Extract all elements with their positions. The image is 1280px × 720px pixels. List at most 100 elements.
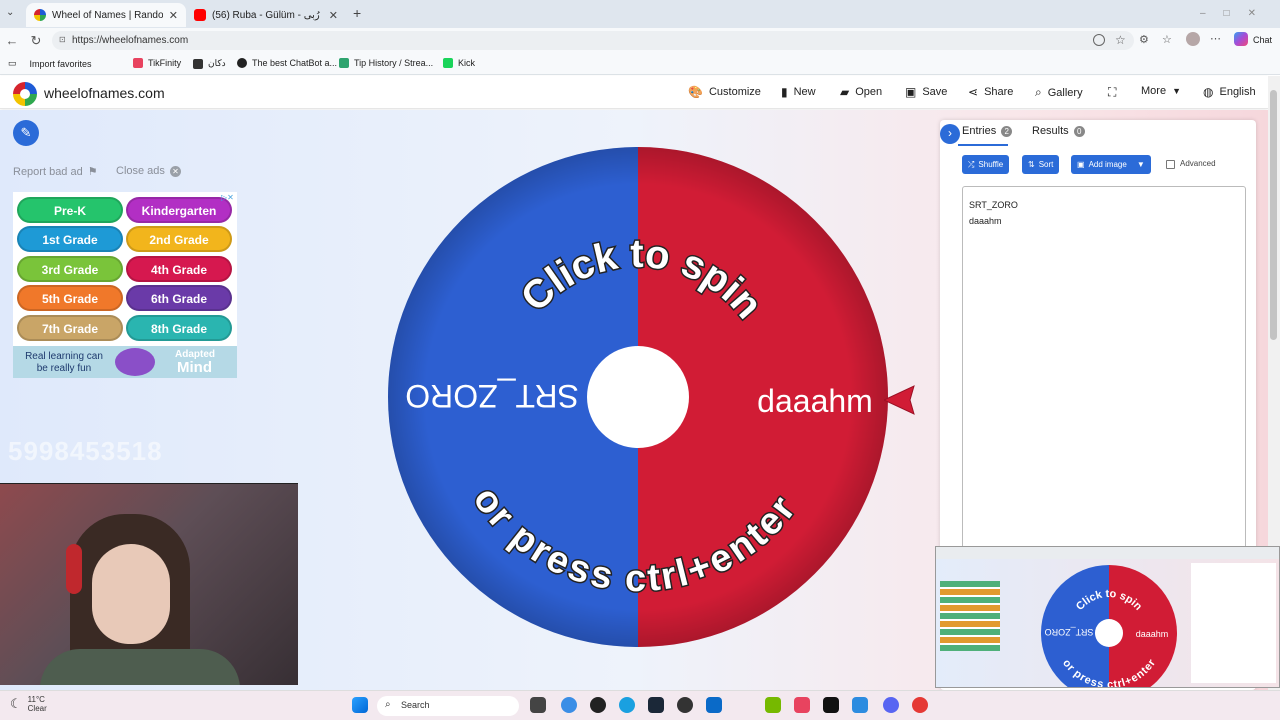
webcam-shirt [40, 649, 240, 685]
windows-start-icon[interactable] [352, 697, 368, 713]
wheel-svg[interactable]: Click to spin or press ctrl+enter SRT_ZO… [385, 144, 891, 650]
favorite-kick[interactable]: Kick [443, 58, 475, 68]
steam-icon[interactable] [648, 697, 664, 713]
discord-icon[interactable] [883, 697, 899, 713]
adchoices-icon[interactable]: ▷✕ [221, 193, 234, 202]
favorites-bar: ▭ Import favorites TikFinity دکان The bes… [0, 53, 1280, 75]
site-name[interactable]: wheelofnames.com [44, 85, 165, 101]
chat-label[interactable]: Chat [1253, 35, 1272, 45]
favorites-icon[interactable]: ☆ [1162, 33, 1172, 46]
obs-icon[interactable] [590, 697, 606, 713]
settings-more-icon[interactable]: ⋯ [1210, 32, 1221, 45]
edit-pencil-button[interactable]: ✎ [13, 120, 39, 146]
shuffle-button[interactable]: ⤮ Shuffle [962, 155, 1010, 174]
collapse-panel-button[interactable]: › [940, 124, 960, 144]
app-icon[interactable] [912, 697, 928, 713]
tab-title: Wheel of Names | Random name [52, 9, 163, 21]
pip-browser-bar [936, 547, 1279, 559]
grade-button[interactable]: Pre-K [17, 197, 123, 223]
menu-share[interactable]: ⋖ Share [968, 85, 1013, 99]
favorite-star-icon[interactable]: ☆ [1115, 33, 1126, 47]
address-bar-row: ← ↻ ⊡ https://wheelofnames.com ☆ ⚙ ☆ ⋯ C… [0, 28, 1280, 53]
grade-button[interactable]: 5th Grade [17, 285, 123, 311]
tab-entries[interactable]: Entries 2 [962, 125, 1013, 137]
profile-avatar[interactable] [1186, 32, 1200, 46]
pip-page: Click to spin or press ctrl+enter SRT_ZO… [936, 559, 1279, 687]
import-icon: ▭ [8, 58, 17, 68]
grade-button[interactable]: Kindergarten [126, 197, 232, 223]
scrollbar-thumb[interactable] [1270, 90, 1277, 340]
nvidia-icon[interactable] [765, 697, 781, 713]
menu-new[interactable]: ▮ New [781, 85, 816, 99]
wheel-center-hub[interactable] [587, 346, 689, 448]
menu-language[interactable]: ◍ English [1203, 85, 1256, 99]
report-bad-ad-link[interactable]: Report bad ad ⚑ [13, 165, 98, 179]
tab-results[interactable]: Results 0 [1032, 125, 1085, 137]
weather-widget[interactable]: ☾ 11°C Clear [10, 695, 47, 713]
window-controls[interactable]: –□✕ [1200, 8, 1274, 19]
pencil-icon: ✎ [20, 125, 32, 140]
grade-button[interactable]: 7th Grade [17, 315, 123, 341]
menu-fullscreen[interactable]: ⛶ [1108, 85, 1116, 100]
webcam-face [92, 544, 170, 644]
grade-button[interactable]: 2nd Grade [126, 226, 232, 252]
menu-save[interactable]: ▣ Save [905, 85, 947, 99]
edge-icon[interactable] [619, 697, 635, 713]
app-icon[interactable] [852, 697, 868, 713]
sort-button[interactable]: ⇅ Sort [1022, 155, 1060, 174]
grade-button[interactable]: 6th Grade [126, 285, 232, 311]
kick-icon [443, 58, 453, 68]
menu-customize[interactable]: 🎨 Customize [688, 85, 761, 99]
taskbar-search[interactable]: ⌕ Search [377, 696, 519, 716]
close-ads-link[interactable]: Close ads ✕ [116, 165, 181, 177]
task-view-icon[interactable] [530, 697, 546, 713]
copilot-icon[interactable] [1234, 32, 1248, 46]
wheel-logo-icon[interactable] [13, 82, 37, 106]
app-icon[interactable] [561, 697, 577, 713]
favorite-tikfinity[interactable]: TikFinity [133, 58, 181, 68]
entry-line: daaahm [969, 216, 1002, 226]
floppy-icon: ▣ [905, 85, 917, 99]
tab-youtube[interactable]: (56) Ruba - Gülüm - چولوم رُبی F ✕ [186, 3, 346, 27]
close-tab-icon[interactable]: ✕ [169, 9, 178, 22]
url-field[interactable]: ⊡ https://wheelofnames.com [52, 31, 1134, 50]
fullscreen-icon: ⛶ [1108, 85, 1117, 99]
tab-title: (56) Ruba - Gülüm - چولوم رُبی F [212, 9, 323, 21]
menu-open[interactable]: ▰ Open [840, 85, 882, 99]
menu-more[interactable]: More ▼ [1141, 85, 1181, 97]
tiktok-icon[interactable] [823, 697, 839, 713]
grade-button[interactable]: 8th Grade [126, 315, 232, 341]
flag-icon: ⚑ [87, 166, 98, 178]
advanced-checkbox[interactable] [1166, 160, 1175, 169]
menu-gallery[interactable]: ⌕ Gallery [1035, 85, 1083, 100]
grade-button[interactable]: 3rd Grade [17, 256, 123, 282]
app-icon[interactable] [706, 697, 722, 713]
extensions-icon[interactable]: ⚙ [1139, 33, 1149, 46]
tikfinity-icon[interactable] [794, 697, 810, 713]
app-icon[interactable] [677, 697, 693, 713]
tab-actions-icon[interactable]: ⌄ [6, 7, 14, 18]
pip-ad [940, 581, 1000, 651]
wheel[interactable]: Click to spin or press ctrl+enter SRT_ZO… [385, 144, 891, 650]
favorite-import[interactable]: ▭ Import favorites [8, 58, 92, 69]
ad-footer: Real learning can be really fun Adapted … [13, 346, 237, 378]
ad-banner[interactable]: Pre-K Kindergarten 1st Grade 2nd Grade 3… [13, 192, 237, 378]
weather-condition: Clear [27, 704, 47, 713]
favorite-tip-history[interactable]: Tip History / Strea... [339, 58, 433, 68]
sort-icon: ⇅ [1028, 160, 1035, 169]
back-icon[interactable]: ← [0, 33, 24, 48]
tab-wheel-of-names[interactable]: Wheel of Names | Random name ✕ [26, 3, 186, 27]
refresh-icon[interactable]: ↻ [24, 33, 48, 49]
add-image-button[interactable]: ▣ Add image ▼ [1071, 155, 1151, 174]
picture-in-picture-preview: Click to spin or press ctrl+enter SRT_ZO… [935, 546, 1280, 688]
reader-icon[interactable] [1093, 34, 1105, 46]
moon-icon: ☾ [10, 696, 22, 711]
favorite-dokan[interactable]: دکان [193, 58, 226, 69]
site-header: wheelofnames.com 🎨 Customize ▮ New ▰ Open ▣… [0, 76, 1268, 109]
grade-button[interactable]: 4th Grade [126, 256, 232, 282]
close-tab-icon[interactable]: ✕ [329, 9, 338, 22]
favorite-chatbot[interactable]: The best ChatBot a... [237, 58, 337, 68]
grade-button[interactable]: 1st Grade [17, 226, 123, 252]
new-tab-button[interactable]: + [353, 5, 361, 21]
tikfinity-icon [133, 58, 143, 68]
